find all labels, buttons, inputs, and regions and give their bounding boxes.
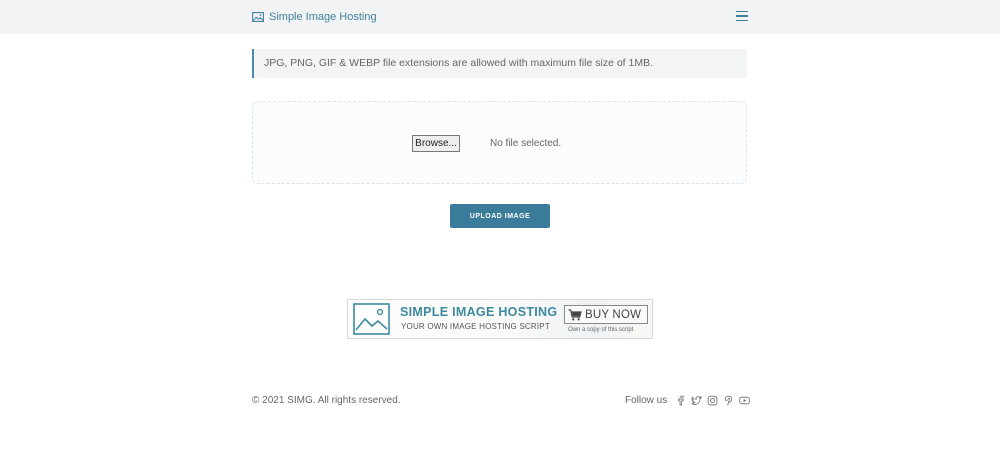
social-links: Follow us [625,393,750,407]
follow-us-label: Follow us [625,394,668,406]
image-icon [252,12,264,22]
twitter-icon[interactable] [691,395,703,406]
instagram-icon[interactable] [707,395,718,406]
file-status-text: No file selected. [490,138,562,149]
facebook-icon[interactable] [675,395,686,406]
top-navbar: Simple Image Hosting [0,0,1000,34]
pinterest-icon[interactable] [723,395,734,406]
upload-image-button[interactable]: UPLOAD IMAGE [450,204,550,228]
buy-now-label: BUY NOW [585,308,642,321]
browse-button[interactable]: Browse... [412,135,460,152]
banner-title: SIMPLE IMAGE HOSTING [400,305,558,319]
banner-subtitle: YOUR OWN IMAGE HOSTING SCRIPT [401,322,550,331]
promo-banner[interactable]: SIMPLE IMAGE HOSTING YOUR OWN IMAGE HOST… [347,299,653,339]
buy-caption: Own a copy of this script [568,327,634,333]
shopping-cart-icon [568,308,582,320]
file-requirements-notice: JPG, PNG, GIF & WEBP file extensions are… [252,49,747,78]
brand-name: Simple Image Hosting [269,11,377,23]
image-icon [353,303,390,335]
copyright-text: © 2021 SIMG. All rights reserved. [252,395,401,406]
buy-now-button[interactable]: BUY NOW [564,305,648,324]
upload-dropzone[interactable]: Browse... No file selected. [252,101,747,184]
notice-text: JPG, PNG, GIF & WEBP file extensions are… [264,57,654,69]
brand-link[interactable]: Simple Image Hosting [252,9,377,25]
hamburger-menu-icon[interactable] [736,11,748,22]
youtube-icon[interactable] [739,395,750,406]
